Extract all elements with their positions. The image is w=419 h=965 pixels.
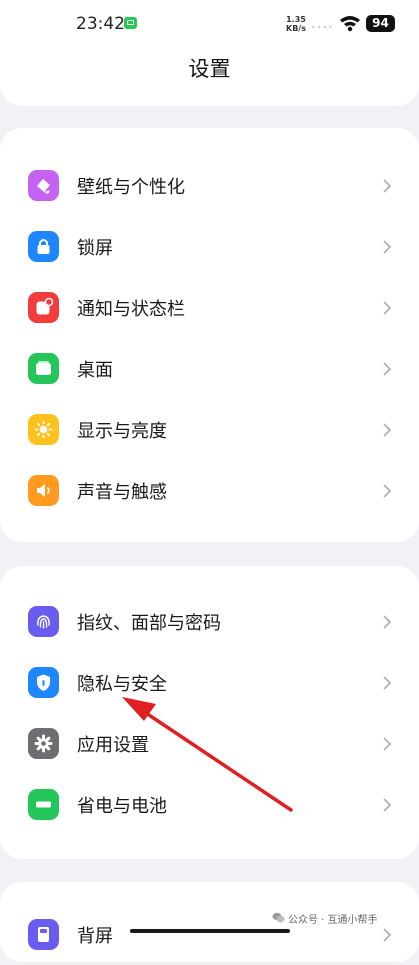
- speaker-icon: [28, 475, 59, 506]
- chevron-right-icon: [383, 676, 392, 690]
- chevron-right-icon: [383, 737, 392, 751]
- battery-saver-icon: [28, 789, 59, 820]
- chevron-right-icon: [383, 362, 392, 376]
- settings-item-label: 指纹、面部与密码: [77, 613, 221, 634]
- settings-item-label: 应用设置: [77, 735, 149, 756]
- settings-item-lockscreen[interactable]: 锁屏: [0, 216, 419, 277]
- status-time: 23:42: [76, 14, 125, 34]
- network-speed-value: 1.35: [286, 15, 306, 24]
- chevron-right-icon: [383, 484, 392, 498]
- page-title: 设置: [188, 57, 231, 81]
- settings-item-label: 背屏: [77, 926, 113, 947]
- chevron-right-icon: [383, 179, 392, 193]
- settings-item-privacy[interactable]: 隐私与安全: [0, 652, 419, 713]
- chevron-right-icon: [383, 928, 392, 942]
- watermark: 公众号 · 互通小帮手: [288, 915, 378, 926]
- lock-icon: [28, 231, 59, 262]
- wifi-icon: [340, 16, 360, 32]
- settings-item-fingerprint[interactable]: 指纹、面部与密码: [0, 591, 419, 652]
- settings-item-label: 锁屏: [77, 238, 113, 259]
- fingerprint-icon: [28, 606, 59, 637]
- palette-icon: [28, 170, 59, 201]
- header: 23:42 1.35 KB/s •••• 94 设置: [0, 0, 419, 106]
- signal-dots: ••••: [311, 23, 334, 32]
- chevron-right-icon: [383, 423, 392, 437]
- back-screen-icon: [28, 919, 59, 950]
- notification-icon: [28, 292, 59, 323]
- home-indicator[interactable]: [130, 929, 290, 933]
- settings-item-display[interactable]: 显示与亮度: [0, 399, 419, 460]
- wechat-icon: [272, 912, 285, 923]
- settings-item-battery[interactable]: 省电与电池: [0, 774, 419, 835]
- chevron-right-icon: [383, 798, 392, 812]
- message-icon: [124, 17, 137, 29]
- settings-item-label: 桌面: [77, 360, 113, 381]
- settings-item-app-settings[interactable]: 应用设置: [0, 713, 419, 774]
- settings-item-label: 壁纸与个性化: [77, 177, 185, 198]
- settings-item-notifications[interactable]: 通知与状态栏: [0, 277, 419, 338]
- battery-icon: 94: [366, 15, 395, 32]
- shield-icon: [28, 667, 59, 698]
- network-speed: 1.35 KB/s: [286, 15, 306, 33]
- chevron-right-icon: [383, 240, 392, 254]
- chevron-right-icon: [383, 301, 392, 315]
- brightness-icon: [28, 414, 59, 445]
- settings-item-wallpaper[interactable]: 壁纸与个性化: [0, 155, 419, 216]
- settings-item-desktop[interactable]: 桌面: [0, 338, 419, 399]
- settings-group-security: 指纹、面部与密码 隐私与安全 应用设置 省电与电池: [0, 566, 419, 859]
- gear-icon: [28, 728, 59, 759]
- home-screen-icon: [28, 353, 59, 384]
- settings-item-label: 显示与亮度: [77, 421, 167, 442]
- settings-group-personalization: 壁纸与个性化 锁屏 通知与状态栏 桌面 显示与亮度 声音与触感: [0, 128, 419, 542]
- settings-item-label: 省电与电池: [77, 796, 167, 817]
- chevron-right-icon: [383, 615, 392, 629]
- network-speed-unit: KB/s: [286, 24, 306, 33]
- settings-item-sound[interactable]: 声音与触感: [0, 460, 419, 521]
- settings-item-label: 声音与触感: [77, 482, 167, 503]
- settings-item-label: 隐私与安全: [77, 674, 167, 695]
- settings-item-label: 通知与状态栏: [77, 299, 185, 320]
